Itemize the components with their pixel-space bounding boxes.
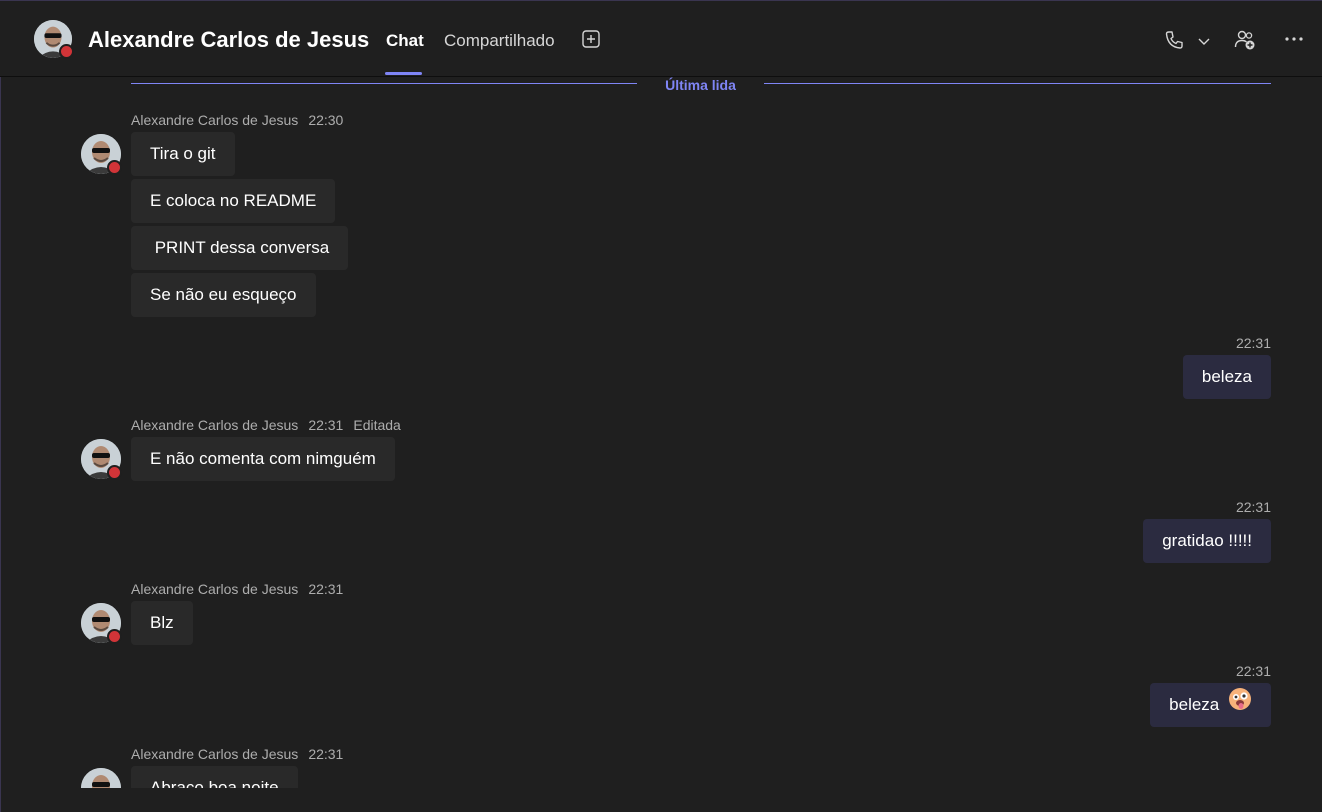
- last-read-line-left: [131, 83, 637, 84]
- message-bubble[interactable]: Tira o git: [131, 132, 235, 176]
- phone-icon: [1165, 31, 1183, 49]
- sender-name: Alexandre Carlos de Jesus: [131, 112, 299, 128]
- edited-label: Editada: [353, 417, 401, 433]
- last-read-line-right: [764, 83, 1271, 84]
- message-time: 22:31: [1235, 499, 1271, 515]
- tab-chat[interactable]: Chat: [386, 31, 424, 51]
- call-options-button[interactable]: [1195, 32, 1213, 50]
- my-message-bubble[interactable]: gratidao !!!!!: [1143, 519, 1271, 563]
- message-bubble[interactable]: Se não eu esqueço: [131, 273, 316, 317]
- sender-name: Alexandre Carlos de Jesus: [131, 746, 299, 762]
- message-time: 22:31: [1235, 335, 1271, 351]
- add-tab-button[interactable]: [580, 28, 602, 50]
- more-options-button[interactable]: [1282, 29, 1306, 49]
- message-time: 22:31: [308, 417, 344, 433]
- more-options-icon: [1285, 37, 1303, 41]
- chat-header: Alexandre Carlos de Jesus Chat Compartil…: [0, 1, 1322, 77]
- zany-face-emoji-icon: [1228, 684, 1252, 728]
- add-people-button[interactable]: [1232, 27, 1258, 53]
- add-tab-icon: [582, 30, 600, 48]
- message-meta: Alexandre Carlos de Jesus 22:31: [131, 746, 353, 762]
- message-meta: Alexandre Carlos de Jesus 22:31: [131, 581, 353, 597]
- contact-name[interactable]: Alexandre Carlos de Jesus: [88, 27, 369, 53]
- presence-busy-badge: [107, 629, 122, 644]
- message-bubble[interactable]: E coloca no README: [131, 179, 336, 223]
- clipped-message-area: Abraço boa noite: [0, 766, 1322, 788]
- message-time: 22:31: [308, 746, 344, 762]
- sender-name: Alexandre Carlos de Jesus: [131, 417, 299, 433]
- message-text: beleza: [1169, 695, 1220, 714]
- message-bubble[interactable]: Blz: [131, 601, 193, 645]
- presence-busy-badge: [107, 160, 122, 175]
- last-read-label: Última lida: [665, 77, 736, 93]
- avatar[interactable]: [81, 768, 121, 788]
- tab-chat-indicator: [385, 72, 422, 75]
- message-bubble[interactable]: E não comenta com nimguém: [131, 437, 395, 481]
- chevron-down-icon: [1198, 38, 1210, 45]
- message-time: 22:30: [308, 112, 344, 128]
- sender-name: Alexandre Carlos de Jesus: [131, 581, 299, 597]
- presence-busy-badge: [107, 465, 122, 480]
- my-message-bubble[interactable]: beleza: [1182, 355, 1271, 399]
- add-people-icon: [1234, 30, 1255, 50]
- message-meta: Alexandre Carlos de Jesus 22:31 Editada: [131, 417, 411, 433]
- presence-busy-badge: [59, 44, 74, 59]
- window-left-border: [0, 0, 1, 812]
- call-button[interactable]: [1162, 28, 1186, 52]
- message-meta: Alexandre Carlos de Jesus 22:30: [131, 112, 353, 128]
- message-bubble[interactable]: PRINT dessa conversa: [131, 226, 349, 270]
- message-time: 22:31: [1235, 663, 1271, 679]
- tab-compartilhado[interactable]: Compartilhado: [444, 31, 555, 51]
- message-time: 22:31: [308, 581, 344, 597]
- message-bubble[interactable]: Abraço boa noite: [131, 766, 298, 788]
- avatar-photo: [81, 768, 121, 788]
- my-message-bubble[interactable]: beleza: [1150, 683, 1271, 727]
